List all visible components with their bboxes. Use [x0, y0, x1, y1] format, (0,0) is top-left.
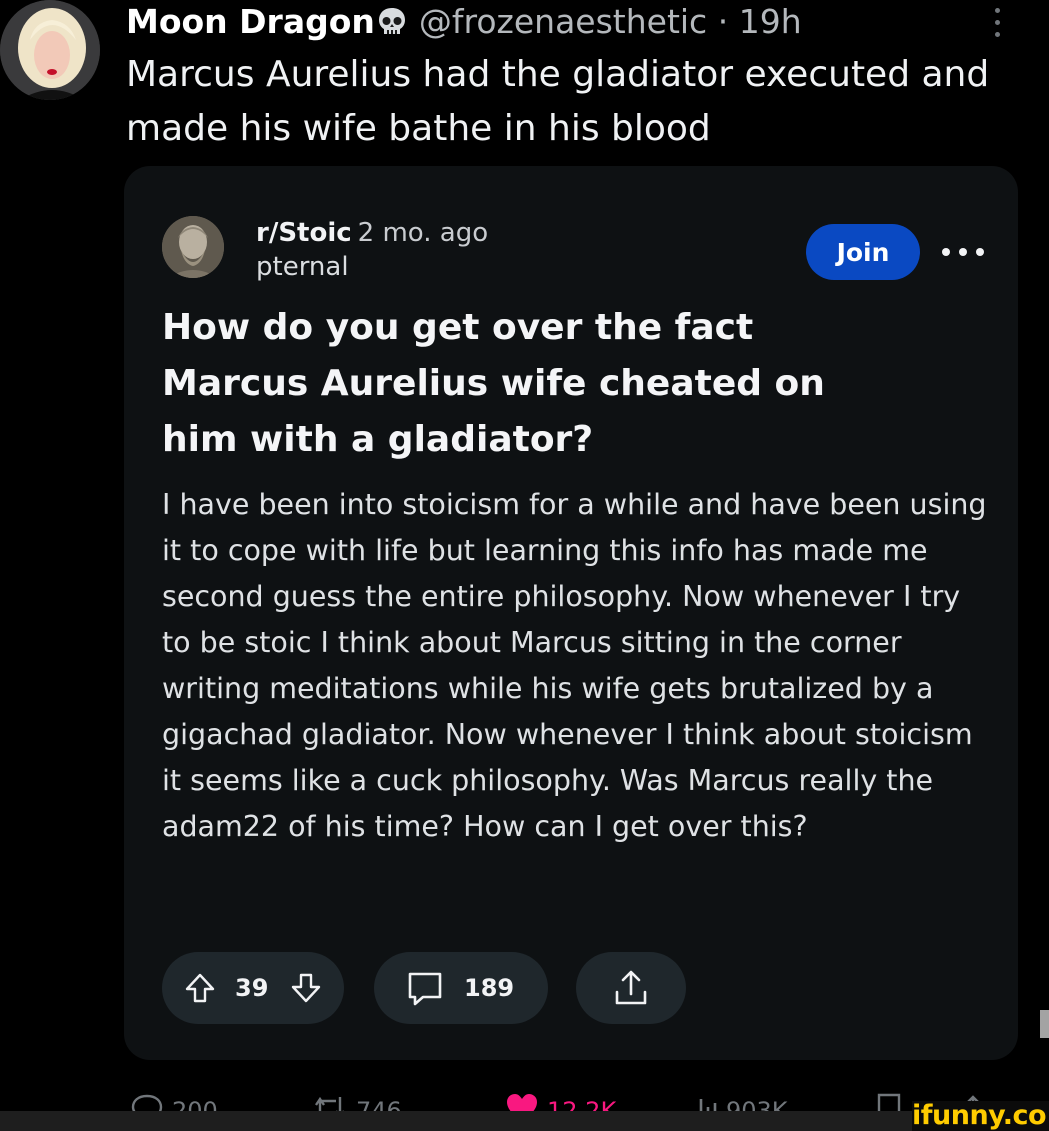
comments-button[interactable]: 189	[374, 952, 548, 1024]
subreddit-name[interactable]: r/Stoic	[256, 218, 352, 248]
reply-count: 200	[172, 1097, 218, 1111]
heart-icon	[507, 1094, 537, 1111]
comment-icon	[408, 972, 442, 1006]
tweet-header: Moon Dragon @frozenaesthetic · 19h	[126, 0, 989, 44]
retweet-icon	[315, 1096, 344, 1111]
post-title[interactable]: How do you get over the fact Marcus Aure…	[162, 300, 902, 468]
more-options-icon[interactable]	[985, 4, 1009, 44]
author-handle[interactable]: @frozenaesthetic	[419, 2, 707, 41]
author-name[interactable]: Moon Dragon	[126, 2, 375, 41]
bookmark-icon	[877, 1093, 901, 1111]
post-meta: r/Stoic 2 mo. ago pternal	[256, 216, 488, 284]
embedded-reddit-post[interactable]: r/Stoic 2 mo. ago pternal Join How do you…	[124, 166, 1018, 1060]
downvote-icon[interactable]	[290, 972, 322, 1004]
retweet-count: 746	[356, 1097, 402, 1111]
tweet-time[interactable]: 19h	[739, 2, 802, 41]
retweet-button[interactable]: 746	[312, 1093, 402, 1111]
screenshot: Moon Dragon @frozenaesthetic · 19h Marcus…	[0, 0, 1049, 1131]
ifunny-watermark: ifunny.co	[912, 1101, 1049, 1131]
tweet-text: Marcus Aurelius had the gladiator execut…	[126, 54, 990, 149]
scrollbar[interactable]	[1040, 1010, 1049, 1038]
subreddit-avatar[interactable]	[162, 216, 224, 278]
like-count: 12.2K	[547, 1097, 617, 1111]
watermark-strip	[0, 1111, 1049, 1131]
reply-icon	[131, 1094, 163, 1111]
comment-count: 189	[464, 974, 515, 1002]
post-more-icon[interactable]	[942, 238, 984, 266]
tweet-actions: 200 746 12.2K 903K	[0, 1086, 1049, 1111]
post-age: 2 mo. ago	[357, 218, 489, 248]
bookmark-button[interactable]	[876, 1093, 910, 1111]
like-button[interactable]: 12.2K	[505, 1093, 616, 1111]
views-button[interactable]: 903K	[688, 1093, 788, 1111]
share-button[interactable]	[576, 952, 686, 1024]
vote-control: 39	[162, 952, 344, 1024]
vote-count: 39	[235, 974, 269, 1002]
post-body: I have been into stoicism for a while an…	[162, 488, 987, 843]
join-button[interactable]: Join	[806, 224, 920, 280]
upvote-icon[interactable]	[184, 972, 216, 1004]
author-avatar[interactable]	[0, 0, 100, 100]
skull-icon	[378, 8, 405, 34]
post-username[interactable]: pternal	[256, 250, 488, 284]
views-icon	[692, 1099, 717, 1111]
views-count: 903K	[726, 1097, 788, 1111]
meta-separator: ·	[707, 2, 739, 41]
share-icon	[615, 970, 647, 1005]
reply-button[interactable]: 200	[130, 1093, 218, 1111]
